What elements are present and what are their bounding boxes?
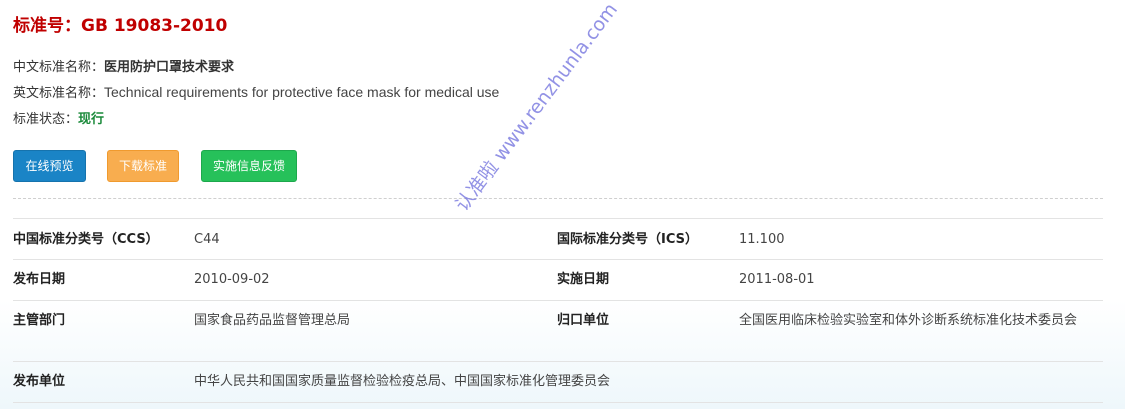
preview-button[interactable]: 在线预览	[13, 150, 86, 182]
publish-date-value: 2010-09-02	[194, 272, 270, 287]
en-name-value: Technical requirements for protective fa…	[104, 84, 500, 100]
publish-date-label: 发布日期	[13, 272, 66, 287]
table-row: 发布日期 2010-09-02 实施日期 2011-08-01	[13, 260, 1103, 301]
ccs-value: C44	[194, 232, 220, 247]
standard-info-table: 中国标准分类号（CCS） C44 国际标准分类号（ICS） 11.100 发布日…	[13, 218, 1103, 403]
cn-name-value: 医用防护口罩技术要求	[104, 60, 235, 75]
status-label: 标准状态：	[13, 112, 79, 127]
table-row: 发布单位 中华人民共和国国家质量监督检验检疫总局、中国国家标准化管理委员会	[13, 362, 1103, 403]
en-name-row: 英文标准名称：Technical requirements for protec…	[13, 82, 499, 101]
cn-name-label: 中文标准名称：	[13, 60, 105, 75]
ics-value: 11.100	[739, 232, 785, 247]
committee-label: 归口单位	[557, 313, 610, 328]
ccs-label: 中国标准分类号（CCS）	[13, 232, 159, 247]
cn-name-row: 中文标准名称：医用防护口罩技术要求	[13, 56, 234, 75]
table-row: 主管部门 国家食品药品监督管理总局 归口单位 全国医用临床检验实验室和体外诊断系…	[13, 301, 1103, 362]
committee-value: 全国医用临床检验实验室和体外诊断系统标准化技术委员会	[739, 313, 1078, 328]
status-badge: 现行	[78, 112, 105, 127]
authority-label: 主管部门	[13, 313, 66, 328]
implement-date-value: 2011-08-01	[739, 272, 815, 287]
watermark: 认准啦 www.renzhunla.com	[451, 0, 623, 216]
feedback-button[interactable]: 实施信息反馈	[201, 150, 297, 182]
en-name-label: 英文标准名称：	[13, 86, 105, 101]
implement-date-label: 实施日期	[557, 272, 610, 287]
table-row: 中国标准分类号（CCS） C44 国际标准分类号（ICS） 11.100	[13, 219, 1103, 260]
download-button[interactable]: 下载标准	[107, 150, 179, 182]
publisher-value: 中华人民共和国国家质量监督检验检疫总局、中国国家标准化管理委员会	[194, 374, 611, 389]
divider	[13, 198, 1103, 199]
page-title: 标准号：GB 19083-2010	[13, 16, 228, 36]
ics-label: 国际标准分类号（ICS）	[557, 232, 698, 247]
publisher-label: 发布单位	[13, 374, 66, 389]
status-row: 标准状态：现行	[13, 108, 104, 127]
authority-value: 国家食品药品监督管理总局	[194, 313, 351, 328]
